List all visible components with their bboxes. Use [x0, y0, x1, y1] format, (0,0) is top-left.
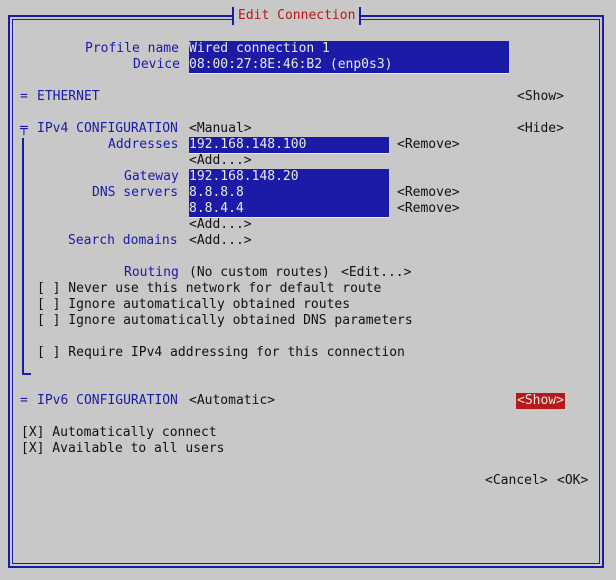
address-add-button[interactable]: <Add...> — [189, 153, 252, 169]
profile-name-label: Profile name — [85, 41, 179, 56]
address-input-1[interactable]: 192.168.148.100 — [189, 137, 389, 154]
dialog-title: Edit Connection — [232, 7, 362, 25]
ipv6-show-button[interactable]: <Show> — [516, 393, 565, 409]
all-users-checkbox[interactable]: [X] Available to all users — [21, 441, 225, 457]
dns-value-2: 8.8.4.4 — [189, 201, 244, 216]
ipv4-mode-select[interactable]: <Manual> — [189, 121, 252, 137]
ipv4-section-label: IPv4 CONFIGURATION — [37, 121, 178, 136]
device-label: Device — [133, 57, 180, 72]
dns-remove-button-2[interactable]: <Remove> — [397, 201, 460, 217]
address-remove-button[interactable]: <Remove> — [397, 137, 460, 153]
gateway-value: 192.168.148.20 — [189, 169, 299, 184]
terminal-screen: Edit Connection Profile name Wired conne… — [0, 0, 616, 580]
ipv4-section-bracket — [22, 138, 24, 374]
ethernet-marker: = — [20, 89, 28, 104]
ipv6-marker: = — [20, 393, 28, 408]
ipv4-section-bracket-end — [22, 373, 31, 375]
device-value: 08:00:27:8E:46:B2 (enp0s3) — [189, 57, 393, 72]
ipv6-mode-select[interactable]: <Automatic> — [189, 393, 275, 409]
routing-value: (No custom routes) — [189, 265, 330, 280]
profile-name-value: Wired connection 1 — [189, 41, 330, 56]
gateway-label: Gateway — [124, 169, 179, 184]
require-ipv4-checkbox[interactable]: [ ] Require IPv4 addressing for this con… — [37, 345, 405, 361]
address-value-1: 192.168.148.100 — [189, 137, 307, 152]
ipv4-hide-button[interactable]: <Hide> — [517, 121, 564, 137]
never-default-route-checkbox[interactable]: [ ] Never use this network for default r… — [37, 281, 381, 297]
routing-label: Routing — [124, 265, 179, 280]
ethernet-section-label: ETHERNET — [37, 89, 100, 104]
search-domains-label: Search domains — [68, 233, 178, 248]
dns-add-button[interactable]: <Add...> — [189, 217, 252, 233]
cancel-button[interactable]: <Cancel> — [485, 473, 548, 489]
ipv4-marker: ╤ — [20, 121, 28, 136]
ignore-dns-checkbox[interactable]: [ ] Ignore automatically obtained DNS pa… — [37, 313, 413, 329]
search-domains-add-button[interactable]: <Add...> — [189, 233, 252, 249]
gateway-input[interactable]: 192.168.148.20 — [189, 169, 389, 186]
addresses-label: Addresses — [108, 137, 179, 152]
ok-button[interactable]: <OK> — [557, 473, 588, 489]
edit-connection-dialog: Edit Connection Profile name Wired conne… — [0, 0, 616, 580]
routing-edit-button[interactable]: <Edit...> — [341, 265, 411, 281]
dns-remove-button-1[interactable]: <Remove> — [397, 185, 460, 201]
device-input[interactable]: 08:00:27:8E:46:B2 (enp0s3) — [189, 57, 509, 74]
dns-input-1[interactable]: 8.8.8.8 — [189, 185, 389, 202]
dns-servers-label: DNS servers — [92, 185, 179, 200]
ipv6-section-label: IPv6 CONFIGURATION — [37, 393, 178, 408]
ethernet-show-button[interactable]: <Show> — [517, 89, 564, 105]
profile-name-input[interactable]: Wired connection 1 — [189, 41, 509, 58]
auto-connect-checkbox[interactable]: [X] Automatically connect — [21, 425, 217, 441]
ignore-routes-checkbox[interactable]: [ ] Ignore automatically obtained routes — [37, 297, 350, 313]
dns-input-2[interactable]: 8.8.4.4 — [189, 201, 389, 218]
dns-value-1: 8.8.8.8 — [189, 185, 244, 200]
